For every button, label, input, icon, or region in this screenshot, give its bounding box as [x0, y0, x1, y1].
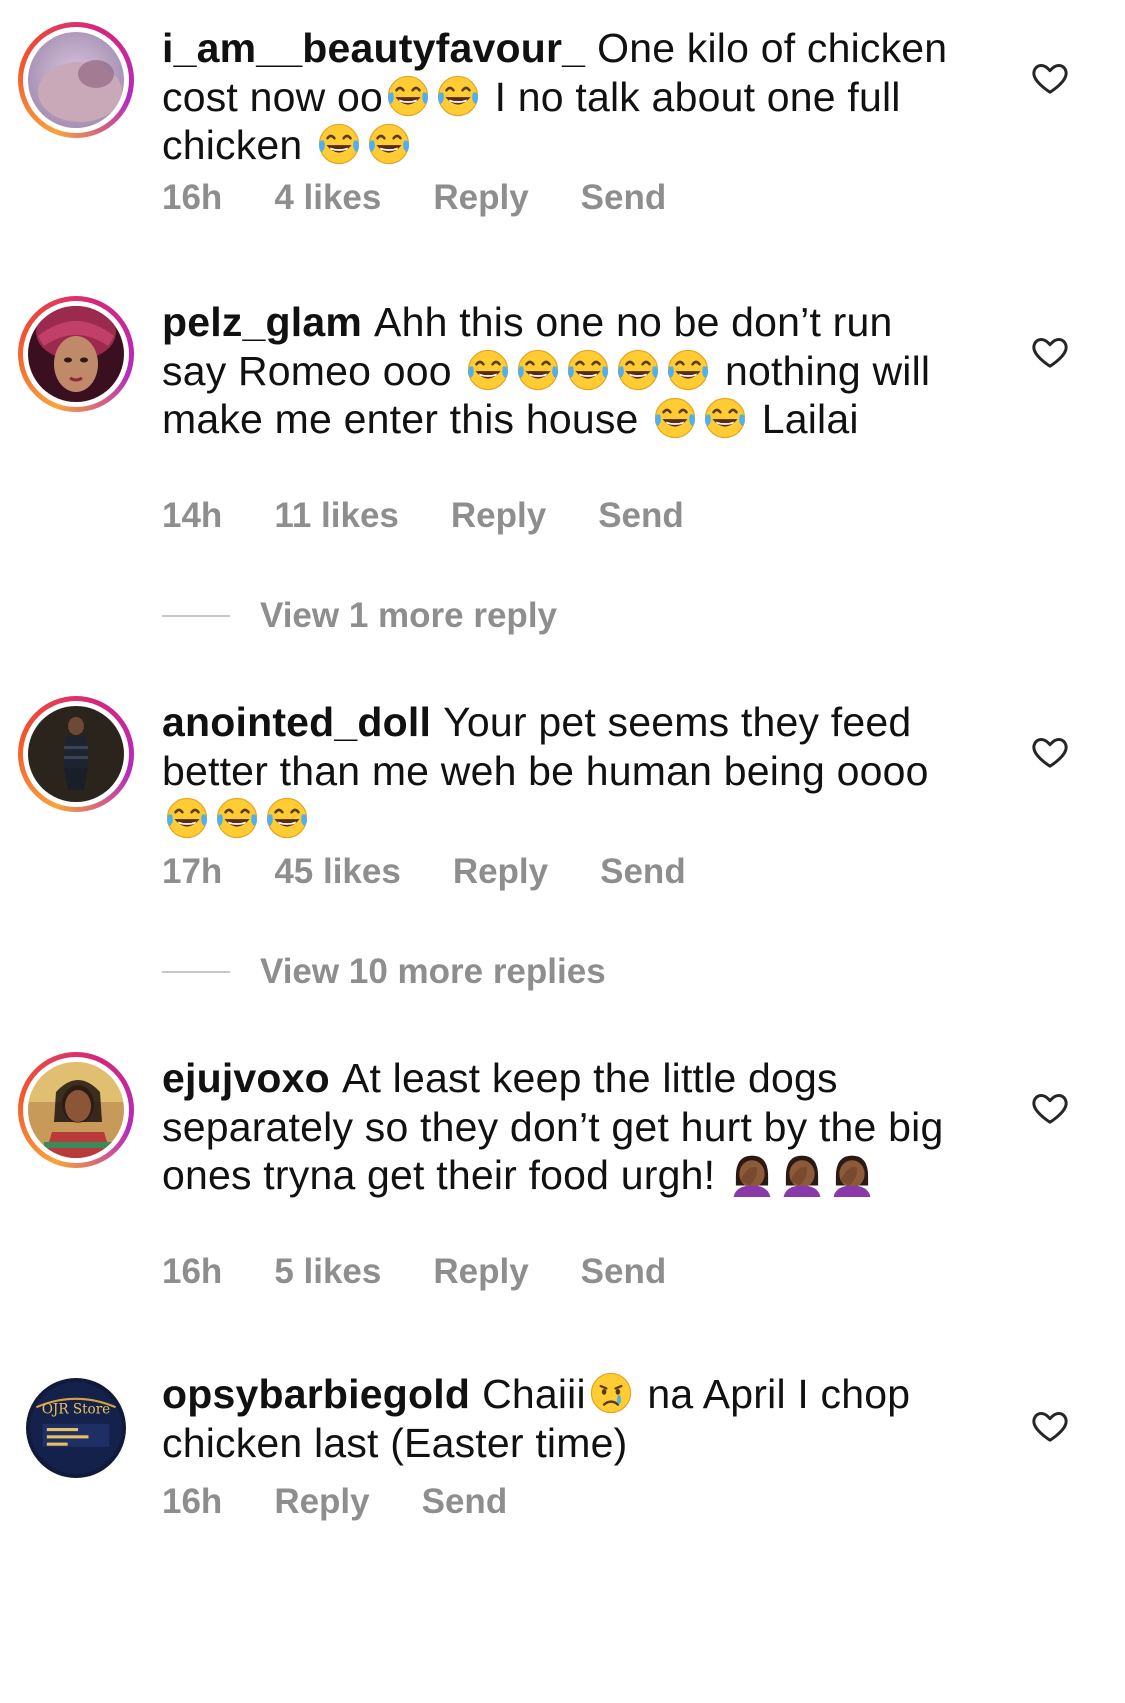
avatar: [28, 306, 124, 402]
comment-time: 16h: [162, 1252, 223, 1291]
face-with-tears-of-joy-emoji: [468, 349, 509, 390]
comment-text: opsybarbiegold Chaiii na April I chop chi…: [162, 1370, 962, 1467]
heart-icon[interactable]: [1030, 1088, 1070, 1128]
reply-button[interactable]: Reply: [433, 1252, 528, 1292]
face-with-tears-of-joy-emoji: [437, 75, 479, 116]
comment-body-text: Lailai: [750, 396, 859, 442]
avatar: [28, 1062, 124, 1158]
view-more-replies[interactable]: View 1 more reply: [162, 596, 557, 636]
face-with-tears-of-joy-emoji: [266, 797, 308, 839]
face-with-tears-of-joy-emoji: [568, 349, 609, 390]
comment-time: 17h: [162, 852, 223, 891]
comment-username[interactable]: anointed_doll: [162, 699, 431, 745]
comment-username[interactable]: ejujvoxo: [162, 1055, 330, 1101]
crying-face-emoji: [590, 1372, 631, 1414]
face-with-tears-of-joy-emoji: [668, 349, 709, 390]
avatar: OJR Store: [26, 1378, 126, 1478]
comment-likes[interactable]: 11 likes: [274, 496, 399, 536]
reply-button[interactable]: Reply: [453, 852, 548, 892]
story-ring[interactable]: [18, 296, 134, 412]
comment-username[interactable]: pelz_glam: [162, 299, 362, 345]
face-with-tears-of-joy-emoji: [518, 349, 559, 390]
face-with-tears-of-joy-emoji: [216, 797, 258, 839]
woman-facepalming-emoji: [733, 1155, 771, 1197]
reply-button[interactable]: Reply: [451, 496, 546, 536]
send-button[interactable]: Send: [600, 852, 686, 892]
view-more-label[interactable]: View 1 more reply: [260, 596, 557, 636]
comment-likes[interactable]: 5 likes: [274, 1252, 381, 1292]
divider-line: [162, 615, 230, 617]
comment-username[interactable]: i_am__beautyfavour_: [162, 25, 585, 71]
comment-text: i_am__beautyfavour_ One kilo of chicken c…: [162, 24, 962, 170]
face-with-tears-of-joy-emoji: [387, 75, 429, 116]
comment-meta: 16h 4 likes Reply Send: [162, 178, 666, 218]
comment-time: 16h: [162, 1482, 223, 1521]
avatar: [28, 706, 124, 802]
heart-icon[interactable]: [1030, 332, 1070, 372]
comment-text: pelz_glam Ahh this one no be don’t run sa…: [162, 298, 962, 444]
story-ring[interactable]: [18, 1052, 134, 1168]
heart-icon[interactable]: [1030, 1406, 1070, 1446]
comment-meta: 16h Reply Send: [162, 1482, 507, 1522]
face-with-tears-of-joy-emoji: [166, 797, 208, 839]
comment-likes[interactable]: 45 likes: [274, 852, 401, 892]
woman-facepalming-emoji: [783, 1155, 821, 1197]
view-more-label[interactable]: View 10 more replies: [260, 952, 606, 992]
woman-facepalming-emoji: [833, 1155, 871, 1197]
reply-button[interactable]: Reply: [274, 1482, 369, 1522]
store-logo-text: OJR Store: [42, 1401, 110, 1417]
comment-meta: 17h 45 likes Reply Send: [162, 852, 686, 892]
face-with-tears-of-joy-emoji: [705, 397, 746, 439]
story-ring[interactable]: [18, 22, 134, 138]
comment-time: 14h: [162, 496, 223, 535]
send-button[interactable]: Send: [598, 496, 684, 536]
heart-icon[interactable]: [1030, 732, 1070, 772]
reply-button[interactable]: Reply: [433, 178, 528, 218]
divider-line: [162, 971, 230, 973]
comment-time: 16h: [162, 178, 223, 217]
view-more-replies[interactable]: View 10 more replies: [162, 952, 606, 992]
face-with-tears-of-joy-emoji: [655, 397, 696, 439]
face-with-tears-of-joy-emoji: [318, 123, 360, 165]
avatar-frame[interactable]: OJR Store: [18, 1370, 134, 1486]
comment-meta: 16h 5 likes Reply Send: [162, 1252, 666, 1292]
send-button[interactable]: Send: [422, 1482, 508, 1522]
face-with-tears-of-joy-emoji: [618, 349, 659, 390]
face-with-tears-of-joy-emoji: [368, 123, 410, 165]
heart-icon[interactable]: [1030, 58, 1070, 98]
story-ring[interactable]: [18, 696, 134, 812]
comment-body-text: Chaiii: [482, 1371, 586, 1417]
comment-username[interactable]: opsybarbiegold: [162, 1371, 470, 1417]
comment-text: anointed_doll Your pet seems they feed be…: [162, 698, 962, 844]
send-button[interactable]: Send: [581, 178, 667, 218]
comment-likes[interactable]: 4 likes: [274, 178, 381, 218]
send-button[interactable]: Send: [581, 1252, 667, 1292]
comment-meta: 14h 11 likes Reply Send: [162, 496, 684, 536]
avatar: [28, 32, 124, 128]
comment-text: ejujvoxo At least keep the little dogs se…: [162, 1054, 962, 1200]
